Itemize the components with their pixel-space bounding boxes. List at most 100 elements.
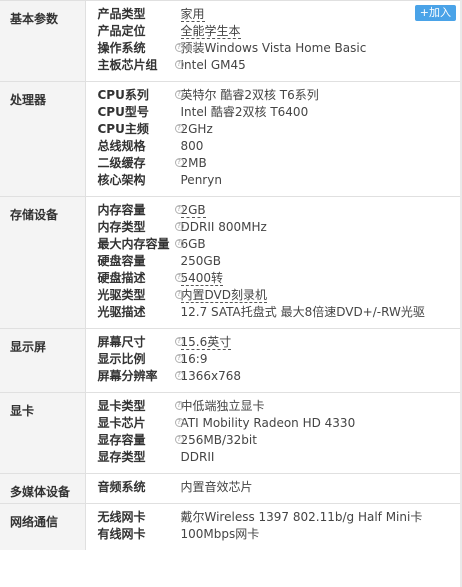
- spec-section: 存储设备 内存容量? 2GB 内存类型? DDRII 800MHz 最大内存容量? 6GB 硬…: [0, 196, 462, 329]
- spec-value: 2MB: [181, 155, 207, 172]
- help-icon[interactable]: ?: [174, 401, 184, 410]
- spec-value: 中低端独立显卡: [181, 398, 265, 415]
- spec-value-text: Intel 酷睿2双核 T6400: [180, 105, 309, 119]
- help-icon[interactable]: ?: [174, 90, 184, 99]
- spec-key: 屏幕分辨率?: [98, 368, 184, 385]
- help-icon[interactable]: ?: [174, 158, 184, 167]
- spec-key-text: 内存容量: [97, 203, 146, 217]
- spec-key-text: 音频系统: [97, 480, 146, 494]
- spec-row: 硬盘容量 250GB: [98, 253, 462, 270]
- spec-row: 光驱描述 12.7 SATA托盘式 最大8倍速DVD+/-RW光驱: [98, 304, 462, 321]
- spec-row: CPU型号 Intel 酷睿2双核 T6400: [98, 104, 462, 121]
- spec-row: 音频系统 内置音效芯片: [98, 479, 462, 496]
- spec-key-text: 产品定位: [97, 24, 146, 38]
- spec-key: 内存类型?: [98, 219, 184, 236]
- spec-row: 产品定位 全能学生本: [98, 23, 462, 40]
- spec-section: 多媒体设备 音频系统 内置音效芯片: [0, 473, 462, 504]
- spec-row: 光驱类型? 内置DVD刻录机: [98, 287, 462, 304]
- spec-value[interactable]: 15.6英寸: [180, 334, 232, 351]
- spec-value[interactable]: 5400转: [180, 270, 224, 287]
- spec-key-text: 硬盘描述: [97, 271, 146, 285]
- spec-value-text: 中低端独立显卡: [180, 399, 265, 413]
- spec-key-text: 显卡类型: [97, 399, 146, 413]
- category-label: 显示屏: [0, 328, 86, 393]
- help-icon[interactable]: ?: [174, 222, 184, 231]
- spec-key: 屏幕尺寸?: [97, 334, 184, 351]
- spec-key: 显卡芯片?: [98, 415, 184, 432]
- help-icon[interactable]: ?: [174, 273, 184, 282]
- spec-section: 处理器 CPU系列? 英特尔 酷睿2双核 T6系列 CPU型号 Intel 酷睿2双核 …: [0, 81, 462, 197]
- help-icon[interactable]: ?: [174, 354, 184, 363]
- spec-section: 显示屏 屏幕尺寸? 15.6英寸 显示比例? 16:9 屏幕分辨率? 1366x768: [0, 328, 462, 393]
- spec-value: 800: [181, 138, 204, 155]
- help-icon[interactable]: ?: [174, 124, 184, 133]
- help-icon[interactable]: ?: [174, 239, 184, 248]
- help-icon[interactable]: ?: [174, 418, 184, 427]
- help-icon[interactable]: ?: [174, 43, 184, 52]
- spec-key: 音频系统: [98, 479, 181, 496]
- spec-value-text: Intel GM45: [180, 58, 246, 72]
- spec-key: 无线网卡: [98, 509, 181, 526]
- spec-value-text: 6GB: [180, 237, 206, 251]
- spec-key-text: CPU型号: [97, 105, 149, 119]
- spec-value-text: 256MB/32bit: [180, 433, 257, 447]
- spec-key: 光驱描述: [98, 304, 181, 321]
- spec-value-text: 2MB: [180, 156, 207, 170]
- spec-value-link[interactable]: 2GB: [180, 203, 206, 218]
- spec-value[interactable]: 全能学生本: [180, 23, 241, 40]
- help-icon[interactable]: ?: [174, 60, 184, 69]
- help-icon[interactable]: ?: [174, 435, 184, 444]
- spec-value-text: 100Mbps网卡: [180, 527, 260, 541]
- spec-key: 产品类型: [98, 6, 181, 23]
- spec-value-link[interactable]: 家用: [180, 7, 205, 22]
- spec-value-text: 250GB: [180, 254, 221, 268]
- spec-value-link[interactable]: 内置DVD刻录机: [180, 288, 267, 303]
- help-icon[interactable]: ?: [174, 371, 184, 380]
- category-label: 基本参数: [0, 0, 86, 82]
- spec-key-text: CPU主频: [97, 122, 149, 136]
- spec-row: 有线网卡 100Mbps网卡: [98, 526, 462, 543]
- spec-details: 内存容量? 2GB 内存类型? DDRII 800MHz 最大内存容量? 6GB 硬盘容量 2…: [85, 196, 462, 329]
- spec-key: 产品定位: [98, 23, 181, 40]
- spec-value[interactable]: 内置DVD刻录机: [180, 287, 267, 304]
- spec-details: 音频系统 内置音效芯片: [85, 473, 462, 504]
- spec-key-text: 显存容量: [97, 433, 146, 447]
- spec-key-text: 最大内存容量: [97, 237, 170, 251]
- spec-value-link[interactable]: 15.6英寸: [180, 335, 232, 350]
- spec-row: 总线规格 800: [98, 138, 462, 155]
- spec-details: 屏幕尺寸? 15.6英寸 显示比例? 16:9 屏幕分辨率? 1366x768: [85, 328, 462, 393]
- help-icon[interactable]: ?: [174, 205, 184, 214]
- spec-section: 基本参数 +加入 产品类型 家用产品定位 全能学生本 操作系统? 预装Windows Vis…: [0, 0, 462, 82]
- spec-key: 内存容量?: [97, 202, 184, 219]
- spec-key-text: 显存类型: [97, 450, 146, 464]
- spec-details: +加入 产品类型 家用产品定位 全能学生本 操作系统? 预装Windows Vista H…: [85, 0, 462, 82]
- spec-value-text: 12.7 SATA托盘式 最大8倍速DVD+/-RW光驱: [180, 305, 425, 319]
- category-label: 存储设备: [0, 196, 86, 329]
- spec-key: 操作系统?: [98, 40, 184, 57]
- help-icon[interactable]: ?: [174, 337, 184, 346]
- spec-key-text: 显示比例: [97, 352, 146, 366]
- spec-table-body: 基本参数 +加入 产品类型 家用产品定位 全能学生本 操作系统? 预装Windows Vis…: [0, 0, 462, 550]
- spec-value[interactable]: 2GB: [180, 202, 206, 219]
- spec-value[interactable]: 家用: [180, 6, 205, 23]
- spec-key: 显存容量?: [97, 432, 184, 449]
- spec-row: 屏幕尺寸? 15.6英寸: [98, 334, 462, 351]
- spec-row: 内存容量? 2GB: [98, 202, 462, 219]
- spec-value: DDRII 800MHz: [181, 219, 267, 236]
- spec-key: 硬盘描述?: [97, 270, 184, 287]
- spec-value-text: 2GHz: [180, 122, 213, 136]
- spec-key-text: 屏幕尺寸: [97, 335, 146, 349]
- add-button[interactable]: +加入: [414, 5, 456, 21]
- spec-row: 最大内存容量? 6GB: [98, 236, 462, 253]
- spec-details: 显卡类型? 中低端独立显卡 显卡芯片? ATI Mobility Radeon HD …: [85, 392, 462, 474]
- spec-section: 显卡 显卡类型? 中低端独立显卡 显卡芯片? ATI Mobility Radeon H…: [0, 392, 462, 474]
- spec-value-text: 内置音效芯片: [180, 480, 253, 494]
- spec-key-text: 核心架构: [97, 173, 146, 187]
- help-icon[interactable]: ?: [174, 290, 184, 299]
- spec-value-link[interactable]: 全能学生本: [180, 24, 241, 39]
- spec-value-text: 预装Windows Vista Home Basic: [180, 41, 367, 55]
- spec-value-link[interactable]: 5400转: [180, 271, 224, 286]
- spec-row: CPU系列? 英特尔 酷睿2双核 T6系列: [98, 87, 462, 104]
- spec-key: 显卡类型?: [97, 398, 184, 415]
- category-label: 显卡: [0, 392, 86, 474]
